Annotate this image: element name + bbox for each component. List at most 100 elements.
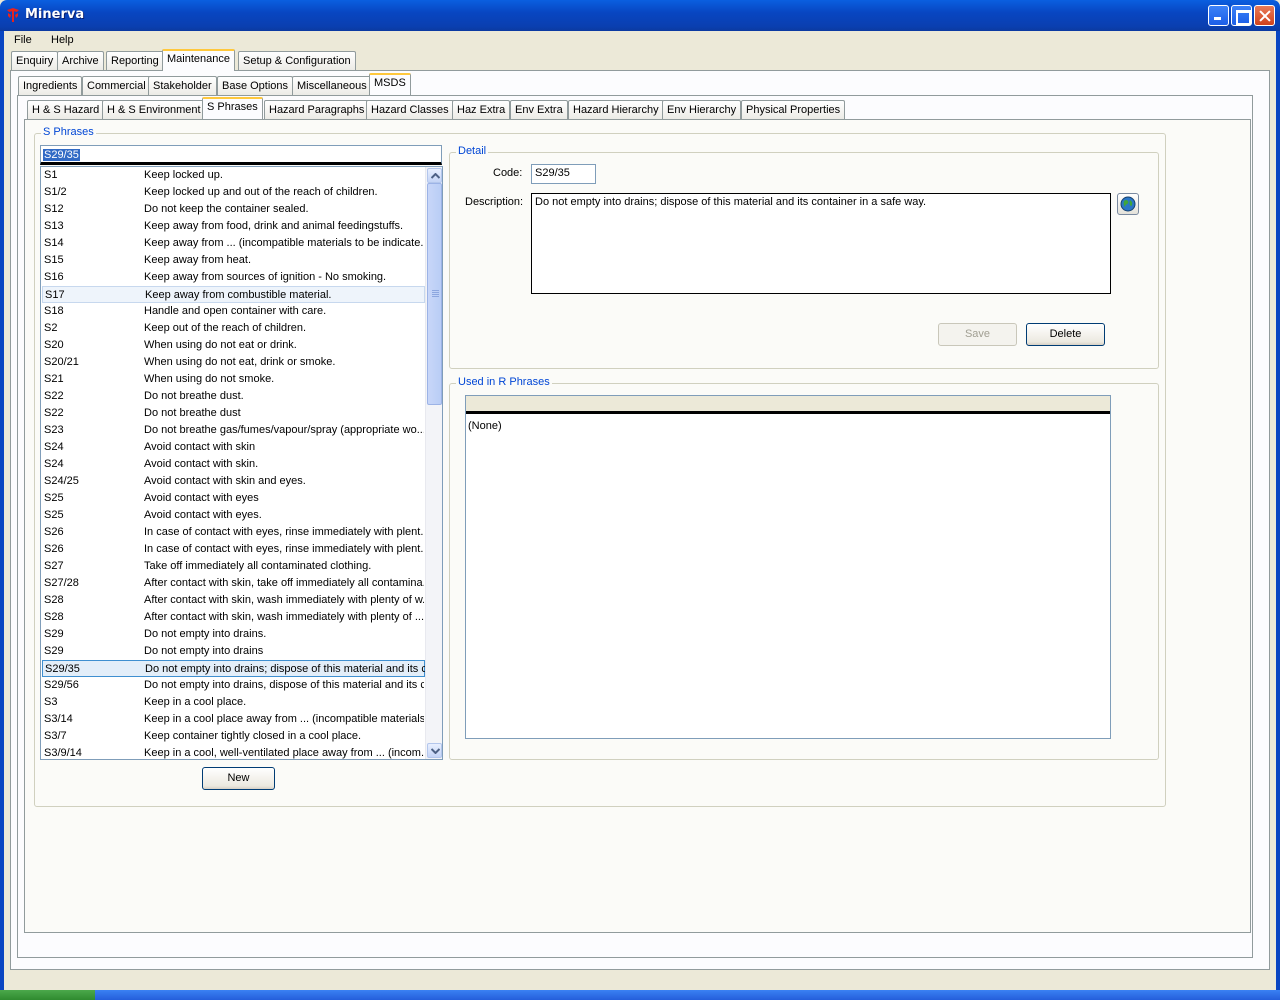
s-phrase-search-input[interactable]: S29/35: [40, 145, 442, 165]
list-item[interactable]: S26 In case of contact with eyes, rinse i…: [42, 524, 425, 541]
save-button[interactable]: Save: [938, 323, 1017, 346]
tab-env-extra[interactable]: Env Extra: [510, 100, 568, 119]
list-item-description: When using do not eat, drink or smoke.: [144, 356, 336, 368]
list-item[interactable]: S20 When using do not eat or drink.: [42, 337, 425, 354]
tab-miscellaneous[interactable]: Miscellaneous: [292, 76, 372, 95]
list-item-code: S27: [44, 560, 64, 572]
list-item-code: S20: [44, 339, 64, 351]
list-item[interactable]: S13 Keep away from food, drink and animal…: [42, 218, 425, 235]
taskbar: [0, 990, 1280, 1000]
menu-file[interactable]: File: [14, 34, 32, 46]
tab-maintenance[interactable]: Maintenance: [162, 49, 235, 71]
list-item[interactable]: S25 Avoid contact with eyes: [42, 490, 425, 507]
list-item[interactable]: S3/9/14 Keep in a cool, well-ventilated p…: [42, 745, 425, 759]
list-item-code: S29/56: [44, 679, 79, 691]
list-item[interactable]: S14 Keep away from ... (incompatible mate…: [42, 235, 425, 252]
start-button[interactable]: [0, 990, 95, 1000]
list-item[interactable]: S29 Do not empty into drains.: [42, 626, 425, 643]
list-item-code: S16: [44, 271, 64, 283]
tab-hazard-paragraphs[interactable]: Hazard Paragraphs: [264, 100, 370, 119]
tab-hs-environment[interactable]: H & S Environment: [102, 100, 206, 119]
s-phrases-list[interactable]: S1 Keep locked up. S1/2 Keep locked up and …: [40, 166, 443, 760]
menu-help[interactable]: Help: [51, 34, 74, 46]
list-scrollbar[interactable]: [425, 167, 442, 759]
tab-physical-properties[interactable]: Physical Properties: [741, 100, 846, 119]
list-item[interactable]: S18 Handle and open container with care.: [42, 303, 425, 320]
tab-setup-configuration[interactable]: Setup & Configuration: [238, 51, 356, 70]
list-item-code: S1: [44, 169, 58, 181]
list-item-code: S26: [44, 543, 64, 555]
list-item[interactable]: S27 Take off immediately all contaminated…: [42, 558, 425, 575]
detail-group-label: Detail: [456, 145, 489, 157]
list-item[interactable]: S28 After contact with skin, wash immedia…: [42, 592, 425, 609]
list-item[interactable]: S29/56 Do not empty into drains, dispose …: [42, 677, 425, 694]
list-item[interactable]: S27/28 After contact with skin, take off …: [42, 575, 425, 592]
list-item-code: S18: [44, 305, 64, 317]
list-item-description: Take off immediately all contaminated cl…: [144, 560, 372, 572]
list-item[interactable]: S29/35 Do not empty into drains; dispose …: [42, 660, 425, 677]
list-item[interactable]: S17 Keep away from combustible material.: [42, 286, 425, 303]
list-item-code: S29/35: [45, 663, 80, 675]
list-item[interactable]: S3 Keep in a cool place.: [42, 694, 425, 711]
list-item[interactable]: S20/21 When using do not eat, drink or sm…: [42, 354, 425, 371]
list-item-description: Keep away from heat.: [144, 254, 252, 266]
list-item[interactable]: S24 Avoid contact with skin.: [42, 456, 425, 473]
list-item[interactable]: S24 Avoid contact with skin: [42, 439, 425, 456]
list-item[interactable]: S1 Keep locked up.: [42, 167, 425, 184]
list-item[interactable]: S24/25 Avoid contact with skin and eyes.: [42, 473, 425, 490]
list-item[interactable]: S22 Do not breathe dust: [42, 405, 425, 422]
list-item-code: S23: [44, 424, 64, 436]
list-item[interactable]: S23 Do not breathe gas/fumes/vapour/spray…: [42, 422, 425, 439]
list-item[interactable]: S21 When using do not smoke.: [42, 371, 425, 388]
scroll-down-button[interactable]: [427, 743, 442, 758]
list-item-description: Avoid contact with skin and eyes.: [144, 475, 306, 487]
list-item-code: S24: [44, 441, 64, 453]
tab-reporting[interactable]: Reporting: [106, 51, 164, 70]
tab-env-hierarchy[interactable]: Env Hierarchy: [662, 100, 742, 119]
list-item-description: Do not breathe dust: [144, 407, 241, 419]
tab-stakeholder[interactable]: Stakeholder: [148, 76, 217, 95]
list-item-description: Keep container tightly closed in a cool …: [144, 730, 362, 742]
list-item-code: S22: [44, 407, 64, 419]
delete-button[interactable]: Delete: [1026, 323, 1105, 346]
list-item[interactable]: S16 Keep away from sources of ignition - …: [42, 269, 425, 286]
tab-s-phrases[interactable]: S Phrases: [202, 97, 263, 119]
list-item[interactable]: S12 Do not keep the container sealed.: [42, 201, 425, 218]
list-item-description: When using do not eat or drink.: [144, 339, 297, 351]
scroll-up-button[interactable]: [427, 168, 442, 183]
r-phrases-grid[interactable]: (None): [465, 395, 1111, 739]
list-item[interactable]: S26 In case of contact with eyes, rinse i…: [42, 541, 425, 558]
tab-haz-extra[interactable]: Haz Extra: [452, 100, 511, 119]
list-item[interactable]: S22 Do not breathe dust.: [42, 388, 425, 405]
list-item-description: In case of contact with eyes, rinse imme…: [144, 543, 424, 555]
list-item-code: S28: [44, 611, 64, 623]
translate-button[interactable]: [1117, 193, 1139, 215]
list-item[interactable]: S25 Avoid contact with eyes.: [42, 507, 425, 524]
list-item[interactable]: S3/7 Keep container tightly closed in a c…: [42, 728, 425, 745]
scroll-thumb[interactable]: [427, 183, 442, 405]
new-button[interactable]: New: [202, 767, 275, 790]
list-item[interactable]: S2 Keep out of the reach of children.: [42, 320, 425, 337]
search-selected-text: S29/35: [43, 149, 80, 161]
description-field[interactable]: Do not empty into drains; dispose of thi…: [531, 193, 1111, 294]
tab-base-options[interactable]: Base Options: [217, 76, 294, 95]
list-item[interactable]: S28 After contact with skin, wash immedia…: [42, 609, 425, 626]
close-button[interactable]: [1254, 5, 1275, 26]
tab-commercial[interactable]: Commercial: [82, 76, 151, 95]
minimize-button[interactable]: [1208, 5, 1229, 26]
tab-hazard-classes[interactable]: Hazard Classes: [366, 100, 454, 119]
list-item[interactable]: S29 Do not empty into drains: [42, 643, 425, 660]
list-item-description: Keep in a cool place.: [144, 696, 247, 708]
list-item[interactable]: S15 Keep away from heat.: [42, 252, 425, 269]
list-item[interactable]: S3/14 Keep in a cool place away from ... …: [42, 711, 425, 728]
list-item[interactable]: S1/2 Keep locked up and out of the reach …: [42, 184, 425, 201]
tab-msds[interactable]: MSDS: [369, 73, 411, 95]
list-item-description: Do not empty into drains; dispose of thi…: [145, 663, 425, 675]
maximize-button[interactable]: [1231, 5, 1252, 26]
tab-hazard-hierarchy[interactable]: Hazard Hierarchy: [568, 100, 664, 119]
tab-archive[interactable]: Archive: [57, 51, 104, 70]
code-field[interactable]: S29/35: [531, 164, 596, 184]
tab-ingredients[interactable]: Ingredients: [18, 76, 83, 95]
tab-hs-hazard[interactable]: H & S Hazard: [27, 100, 105, 119]
tab-enquiry[interactable]: Enquiry: [11, 51, 59, 70]
